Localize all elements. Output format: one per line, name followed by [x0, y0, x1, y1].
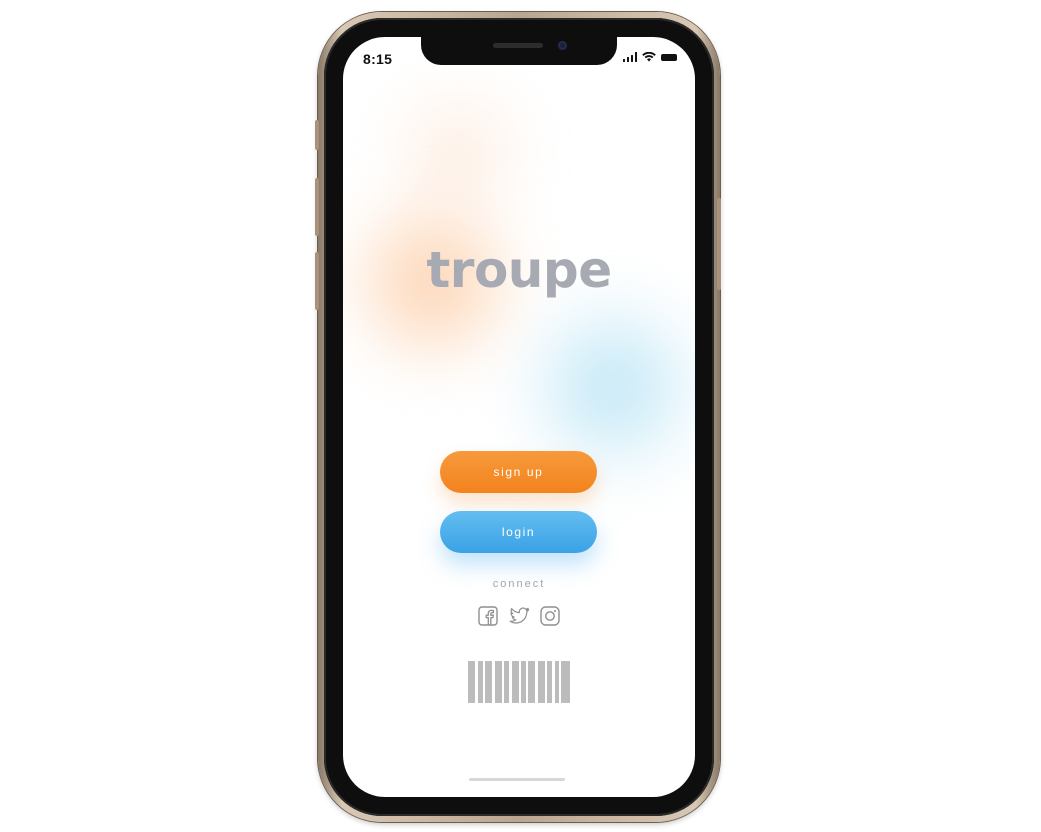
home-indicator[interactable]	[469, 778, 565, 781]
mute-switch	[315, 120, 319, 150]
connect-label: connect	[492, 578, 546, 590]
volume-up-button	[315, 178, 319, 236]
battery-icon	[661, 53, 677, 61]
notch	[421, 37, 617, 65]
earpiece-speaker	[493, 43, 543, 48]
wifi-icon	[642, 52, 656, 62]
facebook-icon[interactable]	[477, 605, 499, 627]
login-button[interactable]: login	[440, 511, 597, 553]
app-title: troupe	[426, 241, 612, 299]
status-time: 8:15	[363, 51, 393, 67]
status-icons	[622, 52, 677, 62]
sign-up-button[interactable]: sign up	[440, 451, 597, 493]
front-camera	[558, 41, 567, 50]
instagram-icon[interactable]	[539, 605, 561, 627]
twitter-icon[interactable]	[508, 605, 530, 627]
social-links	[343, 605, 695, 627]
power-button	[717, 198, 721, 290]
volume-down-button	[315, 252, 319, 310]
barcode-icon	[468, 661, 570, 703]
cellular-signal-icon	[622, 52, 637, 62]
app-screen: 8:15 troupe sign up login connect	[343, 37, 695, 797]
device-mockup: 8:15 troupe sign up login connect	[0, 0, 1041, 832]
